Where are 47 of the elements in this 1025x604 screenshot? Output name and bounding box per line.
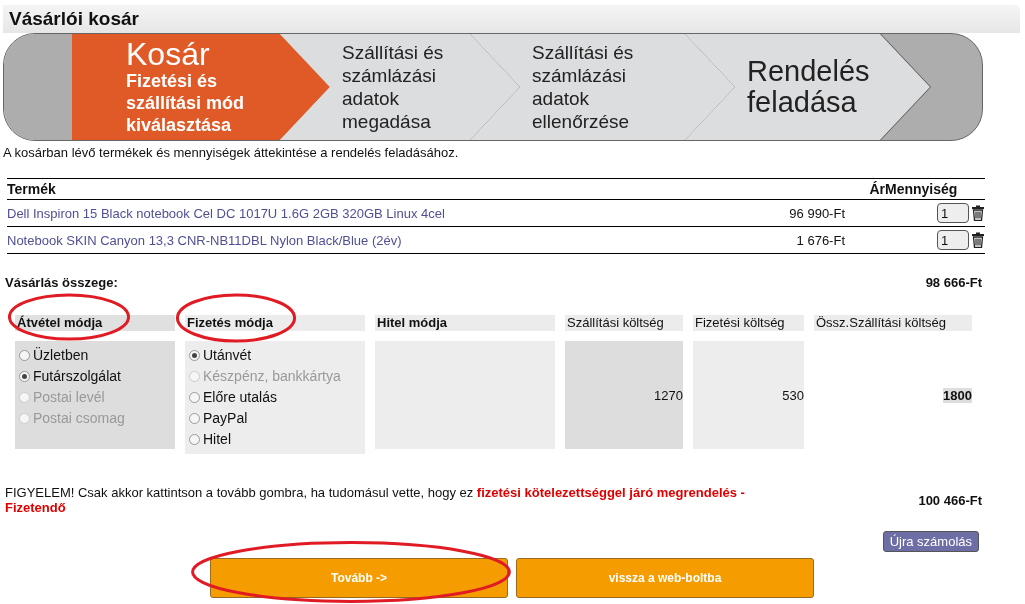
section-header: Átvétel módja [15, 315, 175, 331]
page-title: Vásárlói kosár [3, 5, 1020, 33]
section-header: Hitel módja [375, 315, 555, 331]
section-header: Fizetési költség [693, 315, 804, 331]
trash-icon[interactable] [971, 232, 985, 248]
column-header: Termék [7, 178, 728, 200]
grand-total: 100 466-Ft [918, 492, 982, 508]
step-title: Rendelés feladása [747, 56, 871, 118]
step-title: Szállítási és számlázási adatok megadása [342, 41, 445, 133]
recalculate-button[interactable]: Újra számolás [882, 531, 979, 552]
warning-text: FIGYELEM! Csak akkor kattintson a tovább gombra, ha tudomásul vette, hogy ez fizetési kötelezettséggel járó megrendelés - Fizetendő [5, 485, 746, 515]
cost-value: 1270 [654, 387, 683, 403]
radio-button[interactable] [19, 371, 30, 382]
radio-button[interactable] [19, 350, 30, 361]
section-header: Fizetés módja [185, 315, 365, 331]
quantity-field[interactable]: 1 [937, 203, 969, 223]
subtotal-label: Vásárlás összege: [5, 275, 118, 290]
product-link[interactable]: Dell Inspiron 15 Black notebook Cel DC 1017U 1.6G 2GB 320GB Linux 4cel [7, 205, 445, 221]
step-subtitle: Fizetési és szállítási mód kiválasztása [126, 70, 246, 136]
option-label: Készpénz, bankkártya [203, 367, 341, 386]
option-label: Postai levél [33, 388, 105, 407]
subtotal-value: 98 666-Ft [925, 275, 982, 290]
quantity-field[interactable]: 1 [937, 230, 969, 250]
price-text: 1 676-Ft [796, 232, 845, 248]
radio-button[interactable] [189, 434, 200, 445]
column-header: Mennyiség [885, 178, 985, 200]
option-label: Utánvét [203, 346, 252, 365]
radio-button[interactable] [189, 392, 200, 403]
option-label: Üzletben [33, 346, 89, 365]
column-header: Ár [727, 178, 885, 200]
option-label: Futárszolgálat [33, 367, 121, 386]
section-header: Szállítási költség [565, 315, 683, 331]
price-text: 96 990-Ft [789, 205, 845, 221]
intro-text: A kosárban lévő termékek és mennyiségek áttekintése a rendelés feladásához. [3, 145, 460, 160]
section-header: Össz.Szállítási költség [814, 315, 972, 331]
option-label: Postai csomag [33, 409, 125, 428]
trash-icon[interactable] [971, 205, 985, 221]
total-cost-value: 1800 [943, 387, 972, 403]
radio-button[interactable] [189, 413, 200, 424]
radio-button[interactable] [189, 350, 200, 361]
step-title: Szállítási és számlázási adatok ellenőrzése [532, 41, 635, 133]
step-title: Kosár [126, 38, 211, 70]
option-label: PayPal [203, 409, 248, 428]
product-link[interactable]: Notebook SKIN Canyon 13,3 CNR-NB11DBL Nylon Black/Blue (2év) [7, 232, 402, 248]
option-label: Előre utalás [203, 388, 277, 407]
option-label: Hitel [203, 430, 231, 449]
cost-value: 530 [782, 387, 804, 403]
